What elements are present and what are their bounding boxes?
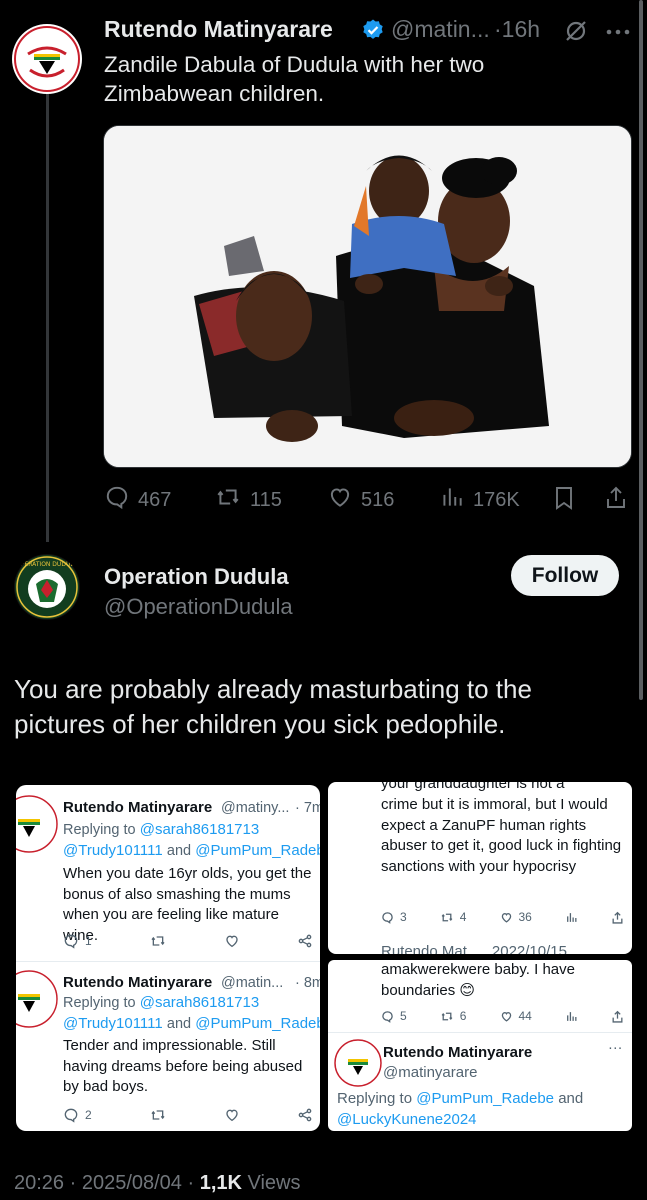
screenshot-time: · 8m xyxy=(295,975,320,991)
screenshot-time: · 7m xyxy=(295,800,320,816)
reply-avatar[interactable]: OPERATION DUDULA xyxy=(14,554,80,620)
screenshot-replying-2: @Trudy101111 and @PumPum_Radebe xyxy=(63,1015,320,1032)
screenshot-text: amakwerekwere baby. I have boundaries 😊 xyxy=(381,961,575,999)
author-name[interactable]: Rutendo Matinyarare xyxy=(104,16,333,43)
tweet-time[interactable]: ·16h xyxy=(494,16,540,43)
screenshot-handle: @matin... xyxy=(221,975,284,991)
cut-off-text: your granddaughter is not a xyxy=(381,782,565,792)
post-meta: 20:26 · 2025/08/04 · 1,1K Views xyxy=(14,1172,301,1195)
reply-author-name[interactable]: Operation Dudula xyxy=(104,564,289,590)
screenshot-right-top[interactable]: your granddaughter is not a crime but it… xyxy=(328,782,632,954)
retweet-count: 115 xyxy=(250,488,282,511)
bookmark-icon[interactable] xyxy=(552,485,576,516)
screenshot-replying-2: @Trudy101111 and @PumPum_Radebe xyxy=(63,842,320,859)
smile-emoji-icon: 😊 xyxy=(459,981,476,999)
screenshot-name: Rutendo Matinyarare xyxy=(63,799,213,816)
screenshot-name: Rutendo Matinyarare xyxy=(383,1044,533,1061)
svg-text:OPERATION DUDULA: OPERATION DUDULA xyxy=(16,561,79,568)
screenshot-handle: @matinyarare xyxy=(383,1064,478,1081)
views-count: 176K xyxy=(473,488,520,511)
screenshot-actions: 2 xyxy=(63,1107,313,1123)
reply-icon xyxy=(104,484,130,516)
reply-text: You are probably already masturbating to… xyxy=(14,674,532,739)
views-stat[interactable]: 176K xyxy=(439,484,520,516)
screenshot-actions: 1 xyxy=(63,933,313,949)
small-avatar xyxy=(16,795,58,853)
views-icon xyxy=(439,484,465,516)
screenshot-text: crime but it is immoral, but I would exp… xyxy=(381,796,622,875)
views-label: Views xyxy=(241,1172,301,1194)
screenshot-name: Rutendo Matinyarare xyxy=(63,974,213,991)
scrollbar[interactable] xyxy=(639,0,643,700)
like-icon xyxy=(327,484,353,516)
small-avatar xyxy=(334,1039,382,1087)
views-count: 1,1K xyxy=(199,1172,242,1194)
screenshot-text: Tender and impressionable. Still having … xyxy=(63,1037,303,1095)
tweet-text: Zandile Dabula of Dudula with her two Zi… xyxy=(104,52,485,106)
like-stat[interactable]: 516 xyxy=(327,484,394,516)
post-timestamp[interactable]: 20:26 · 2025/08/04 · xyxy=(14,1172,200,1194)
screenshot-replying: Replying to @PumPum_Radebe and @LuckyKun… xyxy=(337,1090,584,1128)
screenshot-replying: Replying to @sarah86181713 xyxy=(63,821,260,838)
verified-badge-icon xyxy=(361,18,385,42)
reply-stat[interactable]: 467 xyxy=(104,484,171,516)
author-avatar[interactable] xyxy=(12,24,82,94)
grok-icon[interactable] xyxy=(563,18,589,44)
screenshot-replying: Replying to @sarah86181713 xyxy=(63,994,260,1011)
reply-author-handle[interactable]: @OperationDudula xyxy=(104,594,293,620)
screenshot-actions: 3 4 36 xyxy=(381,910,624,924)
screenshot-actions: 5 6 44 xyxy=(381,1009,624,1023)
more-icon[interactable] xyxy=(604,24,632,35)
retweet-icon xyxy=(214,484,242,516)
screenshot-left[interactable]: Rutendo Matinyarare @matiny... · 7m Repl… xyxy=(16,785,320,1131)
more-icon: ··· xyxy=(608,1040,623,1056)
small-avatar xyxy=(16,970,58,1028)
tweet-photo[interactable] xyxy=(103,125,632,468)
follow-button[interactable]: Follow xyxy=(511,555,619,596)
like-count: 516 xyxy=(361,488,395,511)
share-icon[interactable] xyxy=(604,485,628,516)
cut-off-text: Rutendo Mat... 2022/10/15 xyxy=(381,943,567,954)
thread-line xyxy=(46,92,49,542)
retweet-stat[interactable]: 115 xyxy=(214,484,282,516)
screenshot-handle: @matiny... xyxy=(221,800,290,816)
author-handle[interactable]: @matin... xyxy=(391,16,490,43)
reply-count: 467 xyxy=(138,488,172,511)
screenshot-right-bottom[interactable]: amakwerekwere baby. I have boundaries 😊 … xyxy=(328,960,632,1131)
